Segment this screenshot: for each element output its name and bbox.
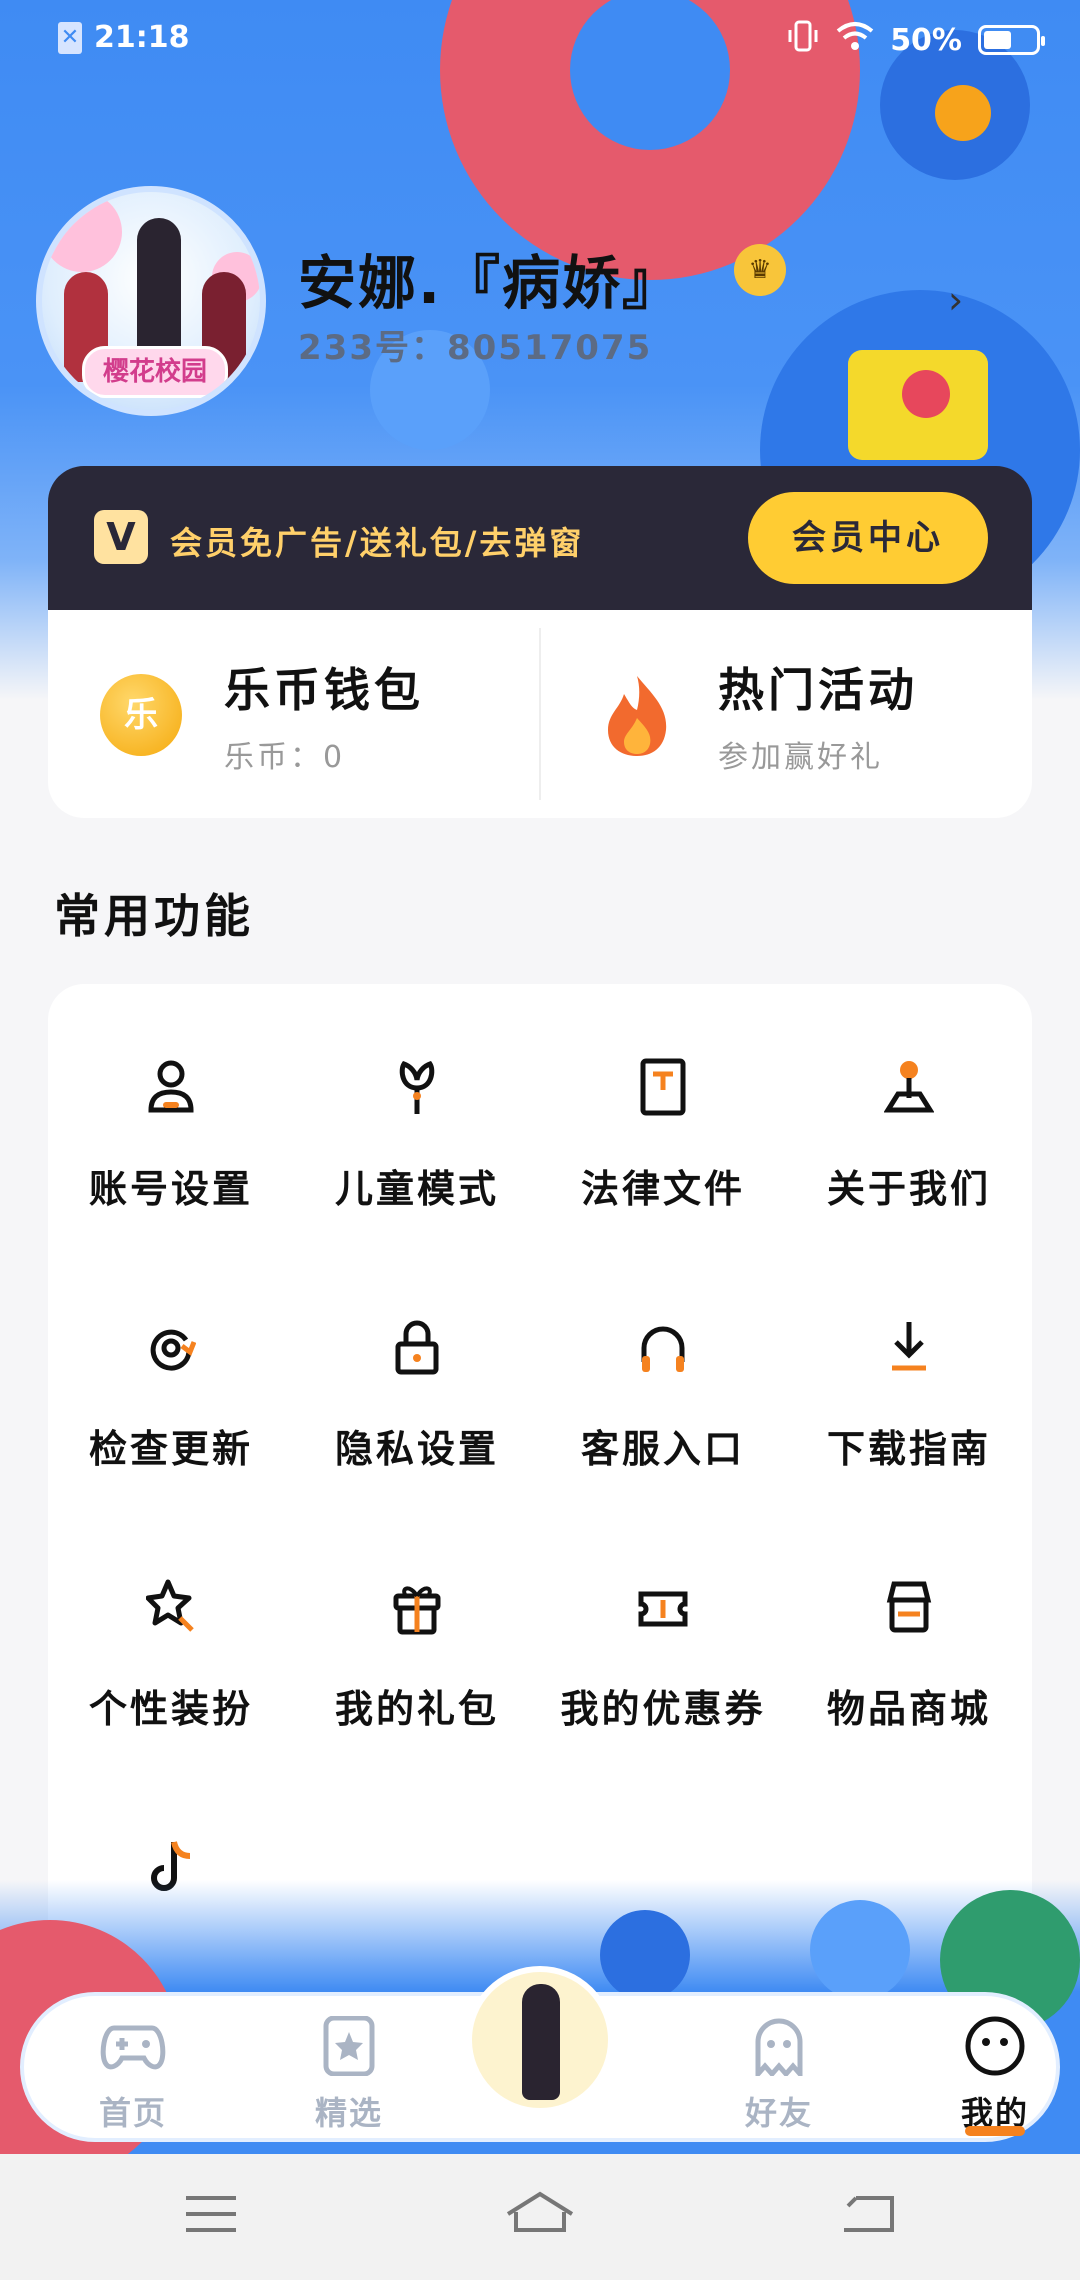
function-label: 法律文件 — [580, 1167, 745, 1211]
status-bar: ✕ 21:18 50% — [0, 0, 1080, 80]
function-label: 儿童模式 — [334, 1167, 499, 1211]
system-navigation-bar — [0, 2154, 1080, 2280]
user-icon — [148, 1060, 194, 1113]
function-about-us[interactable]: 关于我们 — [786, 1058, 1032, 1258]
battery-percent: 50% — [890, 22, 962, 58]
function-customer-service[interactable]: 客服入口 — [540, 1318, 786, 1518]
function-label: 我的礼包 — [334, 1687, 499, 1731]
back-icon[interactable] — [842, 2194, 896, 2234]
bubble-decoration — [810, 1900, 910, 2000]
function-label: 隐私设置 — [334, 1427, 499, 1471]
function-kids-mode[interactable]: 儿童模式 — [294, 1058, 540, 1258]
nav-featured[interactable]: 精选 — [274, 2016, 424, 2136]
hot-events-title: 热门活动 — [718, 663, 918, 717]
sakura-decoration — [42, 192, 122, 272]
function-my-gifts[interactable]: 我的礼包 — [294, 1578, 540, 1778]
nav-friends[interactable]: 好友 — [704, 2016, 854, 2136]
no-sim-icon: ✕ — [58, 21, 82, 54]
avatar[interactable]: 樱花校园 — [36, 186, 266, 416]
function-grid: 账号设置 儿童模式 法律文件 关于我们 检查更新 隐私设置 客服入口 下载指南 … — [48, 984, 1032, 1984]
avatar-badge: 樱花校园 — [82, 346, 228, 398]
coupon-icon — [638, 1591, 688, 1627]
arcade-button-decoration — [902, 370, 950, 418]
gamepad-icon — [100, 2025, 166, 2070]
wallet-card: 乐 乐币钱包 乐币：0 热门活动 参加赢好礼 — [48, 610, 1032, 818]
headphones-icon — [641, 1326, 685, 1372]
vip-icon: V — [94, 510, 148, 564]
coin-decoration — [935, 85, 991, 141]
nav-mine[interactable]: 我的 — [920, 2016, 1070, 2136]
function-label: 账号设置 — [88, 1167, 253, 1211]
function-label: 下载指南 — [826, 1427, 991, 1471]
function-my-coupons[interactable]: 我的优惠券 — [540, 1578, 786, 1778]
refresh-icon — [150, 1329, 196, 1371]
ghost-icon — [755, 2018, 803, 2076]
active-indicator — [965, 2126, 1025, 2136]
divider — [539, 628, 541, 800]
function-item-store[interactable]: 物品商城 — [786, 1578, 1032, 1778]
coin-balance: 乐币：0 — [224, 740, 346, 775]
section-title: 常用功能 — [54, 889, 254, 943]
center-avatar-button[interactable] — [466, 1966, 614, 2114]
function-account-settings[interactable]: 账号设置 — [48, 1058, 294, 1258]
battery-icon — [978, 25, 1045, 55]
chevron-right-icon[interactable]: › — [948, 278, 963, 322]
username[interactable]: 安娜.『病娇』 — [298, 236, 682, 320]
crown-icon: ♛ — [734, 244, 786, 296]
vip-center-button[interactable]: 会员中心 — [748, 492, 988, 584]
vip-benefits-text: 会员免广告/送礼包/去弹窗 — [170, 524, 585, 562]
nav-label: 好友 — [744, 2094, 813, 2132]
function-legal-documents[interactable]: 法律文件 — [540, 1058, 786, 1258]
vibrate-icon — [786, 20, 820, 60]
lock-icon — [395, 1320, 439, 1375]
function-label: 关于我们 — [826, 1167, 991, 1211]
joystick-icon — [884, 1061, 934, 1113]
store-icon — [886, 1581, 932, 1633]
flame-icon — [608, 676, 667, 756]
function-dress-up[interactable]: 个性装扮 — [48, 1578, 294, 1778]
home-icon[interactable] — [504, 2190, 576, 2234]
wifi-icon — [836, 21, 874, 59]
gift-icon — [393, 1586, 441, 1635]
character-figure — [522, 1984, 560, 2100]
sprout-icon — [399, 1061, 435, 1114]
star-brush-icon — [146, 1579, 194, 1632]
nav-label: 精选 — [314, 2094, 383, 2132]
bubble-decoration — [600, 1910, 690, 2000]
download-icon — [892, 1322, 926, 1371]
function-label: 客服入口 — [580, 1427, 745, 1471]
status-time: 21:18 — [94, 20, 190, 55]
nav-label: 首页 — [98, 2094, 167, 2132]
function-label: 检查更新 — [88, 1427, 253, 1471]
hot-events-subtitle: 参加赢好礼 — [718, 740, 883, 775]
coin-icon: 乐 — [100, 674, 182, 756]
user-id: 233号：80517075 — [298, 328, 653, 368]
menu-icon[interactable] — [184, 2194, 238, 2234]
bookmark-star-icon — [323, 2016, 375, 2076]
function-label: 物品商城 — [826, 1687, 991, 1731]
smiley-icon — [965, 2016, 1025, 2076]
hot-events-entry[interactable]: 热门活动 参加赢好礼 — [542, 610, 1032, 818]
function-label: 我的优惠券 — [560, 1687, 766, 1731]
function-label: 个性装扮 — [88, 1687, 253, 1731]
function-download-guide[interactable]: 下载指南 — [786, 1318, 1032, 1518]
function-privacy-settings[interactable]: 隐私设置 — [294, 1318, 540, 1518]
vip-banner[interactable]: V 会员免广告/送礼包/去弹窗 会员中心 — [48, 466, 1032, 610]
coin-wallet-title: 乐币钱包 — [224, 663, 424, 717]
nav-home[interactable]: 首页 — [58, 2016, 208, 2136]
function-check-update[interactable]: 检查更新 — [48, 1318, 294, 1518]
document-icon — [640, 1058, 686, 1116]
coin-wallet-entry[interactable]: 乐 乐币钱包 乐币：0 — [48, 610, 538, 818]
